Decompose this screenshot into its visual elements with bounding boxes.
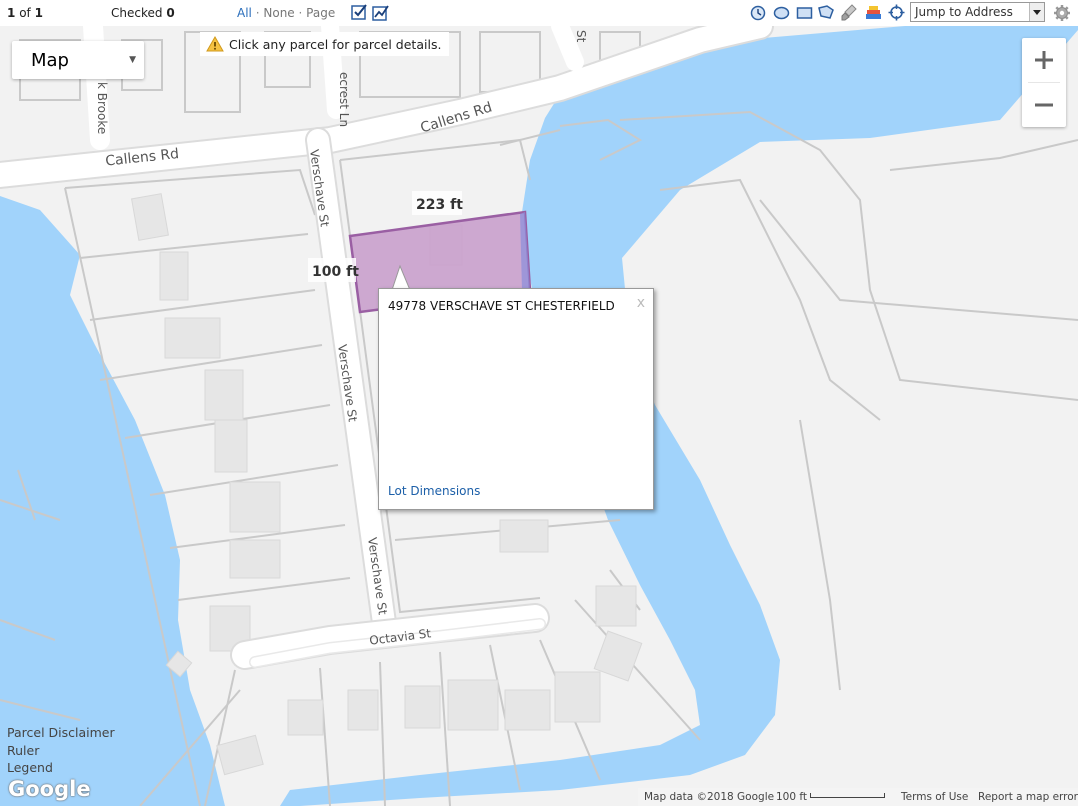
jump-to-address-text: Jump to Address <box>915 5 1013 19</box>
report-map-error-link[interactable]: Report a map error <box>978 791 1078 803</box>
map-type-label: Map <box>31 49 69 71</box>
ruler-link[interactable]: Ruler <box>7 742 115 760</box>
zoom-out-button[interactable] <box>1022 83 1066 127</box>
jump-to-address-select[interactable]: Jump to Address <box>910 2 1045 22</box>
clear-brush-icon[interactable] <box>840 4 858 21</box>
legend-link[interactable]: Legend <box>7 759 115 777</box>
terms-of-use-link[interactable]: Terms of Use <box>901 791 968 803</box>
measure-width-label: 223 ft <box>416 197 463 213</box>
checked-counter: Checked 0 <box>111 6 175 20</box>
street-label-crest: ecrest Ln <box>337 72 351 127</box>
select-checked-icon[interactable] <box>350 4 368 21</box>
checked-label: Checked <box>111 6 163 20</box>
gear-icon[interactable] <box>1053 4 1071 21</box>
popup-address: 49778 VERSCHAVE ST CHESTERFIELD <box>388 299 615 313</box>
map-side-links: Parcel Disclaimer Ruler Legend <box>7 724 115 777</box>
clock-icon[interactable] <box>749 4 767 21</box>
minus-icon <box>1035 103 1053 107</box>
record-index: 1 <box>7 6 16 20</box>
close-icon[interactable]: x <box>637 295 645 311</box>
map-canvas[interactable]: Callens Rd Callens Rd Verschave St Versc… <box>0 26 1078 806</box>
scale-bar <box>810 793 885 798</box>
parcel-hint: Click any parcel for parcel details. <box>200 32 450 56</box>
map-type-selector[interactable]: Map ▼ <box>12 41 144 79</box>
toolbar: 1 of 1 Checked 0 All · None · Page Jump <box>0 0 1078 27</box>
filter-page-link[interactable]: Page <box>306 6 335 20</box>
circle-select-icon[interactable] <box>772 4 790 21</box>
filter-none-link[interactable]: None <box>263 6 294 20</box>
chevron-down-icon: ▼ <box>129 55 136 65</box>
record-of: of <box>19 6 31 20</box>
parcel-info-popup: 49778 VERSCHAVE ST CHESTERFIELD x Lot Di… <box>378 288 654 510</box>
polygon-select-icon[interactable] <box>817 4 835 21</box>
street-label-brooke: k Brooke <box>95 82 109 134</box>
scale-label[interactable]: 100 ft <box>776 791 807 803</box>
separator: · <box>255 6 260 20</box>
record-counter: 1 of 1 <box>7 6 43 20</box>
zoom-in-button[interactable] <box>1022 38 1066 82</box>
map-data-attribution: Map data ©2018 Google <box>644 791 775 803</box>
layers-icon[interactable] <box>864 4 882 21</box>
selection-filters: All · None · Page <box>237 6 335 20</box>
parcel-hint-text: Click any parcel for parcel details. <box>229 36 442 52</box>
map-footer: Map data ©2018 Google 100 ft Terms of Us… <box>638 788 1078 806</box>
rectangle-select-icon[interactable] <box>795 4 813 21</box>
street-label-st: St <box>574 30 588 43</box>
warning-icon <box>206 36 224 52</box>
filter-all-link[interactable]: All <box>237 6 252 20</box>
plus-icon <box>1035 51 1053 69</box>
record-total: 1 <box>34 6 43 20</box>
measure-depth-label: 100 ft <box>312 264 359 280</box>
zoom-control <box>1022 38 1066 127</box>
google-logo[interactable]: Google <box>8 777 91 801</box>
separator: · <box>298 6 303 20</box>
parcel-disclaimer-link[interactable]: Parcel Disclaimer <box>7 724 115 742</box>
locate-crosshair-icon[interactable] <box>887 4 905 21</box>
select-line-icon[interactable] <box>372 4 390 21</box>
lot-dimensions-link[interactable]: Lot Dimensions <box>388 484 480 498</box>
checked-count: 0 <box>166 6 175 20</box>
chevron-down-icon[interactable] <box>1029 3 1044 21</box>
